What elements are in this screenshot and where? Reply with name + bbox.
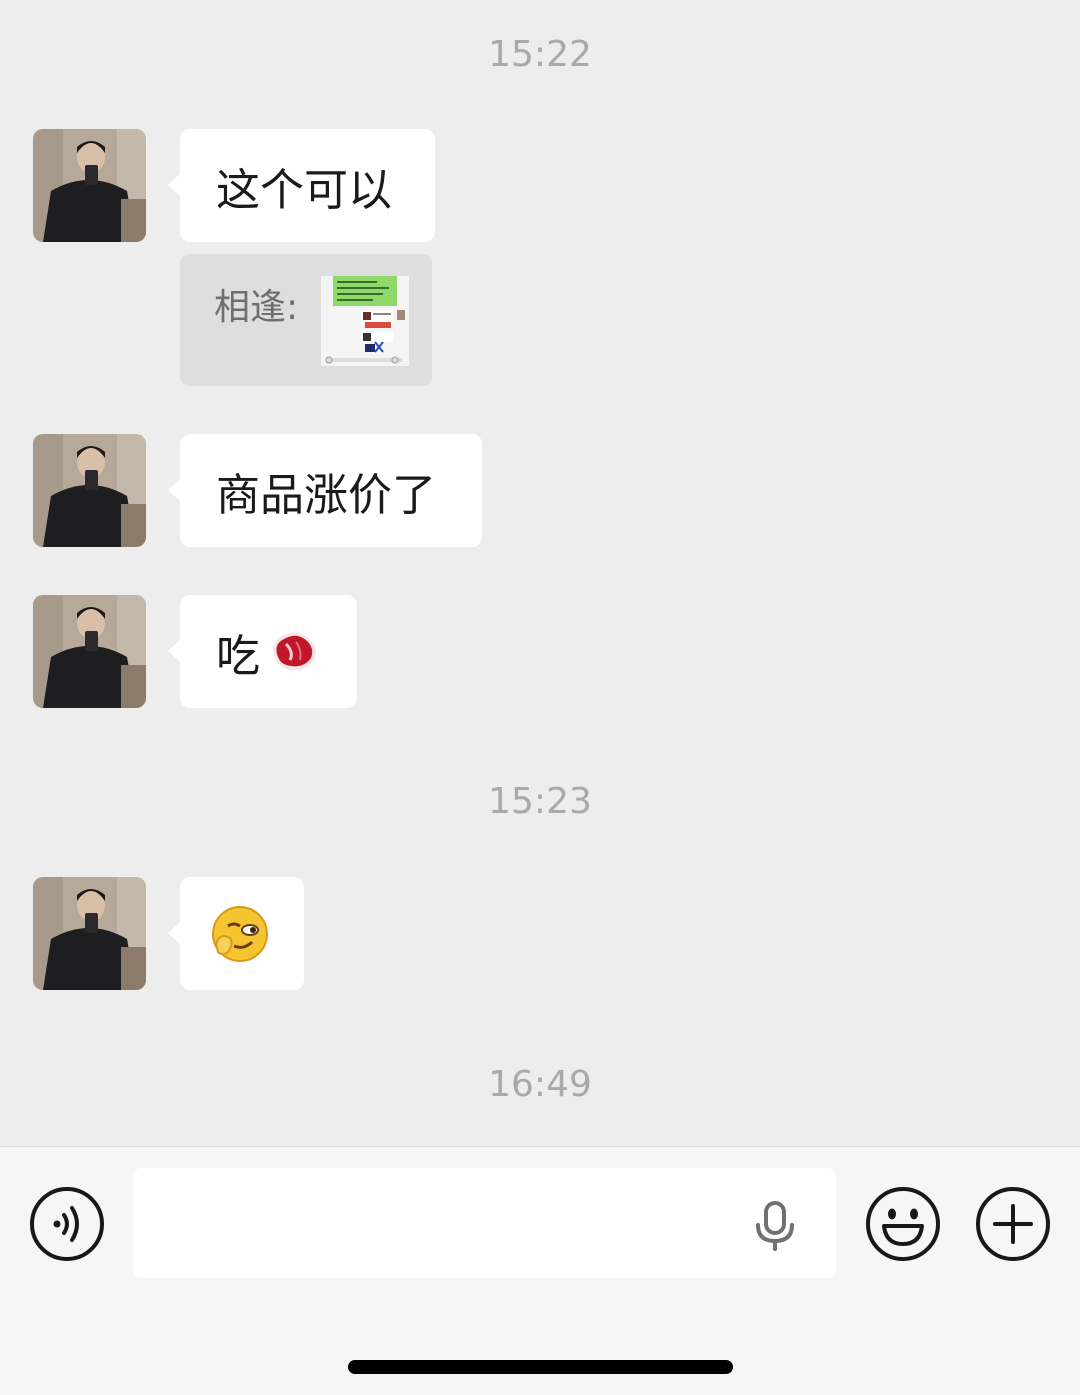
message-bubble[interactable] — [168, 877, 304, 990]
avatar[interactable] — [33, 877, 146, 990]
message-text: 商品涨价了 — [216, 469, 436, 521]
timestamp: 16:49 — [488, 1064, 592, 1105]
avatar[interactable] — [33, 129, 146, 242]
smirk-emoji-icon — [210, 904, 270, 964]
quote-sender-label: 相逢: — [214, 287, 299, 328]
quoted-screenshot-thumbnail[interactable] — [321, 276, 409, 366]
message-bubble[interactable]: 吃 — [168, 595, 357, 708]
steak-emoji-icon — [266, 630, 320, 674]
message-input[interactable] — [133, 1168, 836, 1278]
quoted-message[interactable]: 相逢: — [180, 254, 432, 386]
message-list[interactable]: 15:22 这个可以 相逢: 商品涨价了 吃 15:23 16:49 — [0, 0, 1080, 1146]
input-bar — [0, 1146, 1080, 1395]
plus-icon[interactable] — [975, 1186, 1051, 1262]
message-text: 吃 — [216, 630, 260, 682]
message-text: 这个可以 — [216, 164, 392, 216]
home-indicator[interactable] — [348, 1360, 733, 1374]
message-bubble[interactable]: 这个可以 — [168, 129, 435, 242]
voice-mode-icon[interactable] — [29, 1186, 105, 1262]
microphone-icon[interactable] — [747, 1197, 803, 1253]
avatar[interactable] — [33, 595, 146, 708]
emoji-icon[interactable] — [865, 1186, 941, 1262]
avatar[interactable] — [33, 434, 146, 547]
message-bubble[interactable]: 商品涨价了 — [168, 434, 482, 547]
timestamp: 15:22 — [488, 34, 592, 75]
chat-screen: 15:22 这个可以 相逢: 商品涨价了 吃 15:23 16:49 — [0, 0, 1080, 1395]
timestamp: 15:23 — [488, 781, 592, 822]
